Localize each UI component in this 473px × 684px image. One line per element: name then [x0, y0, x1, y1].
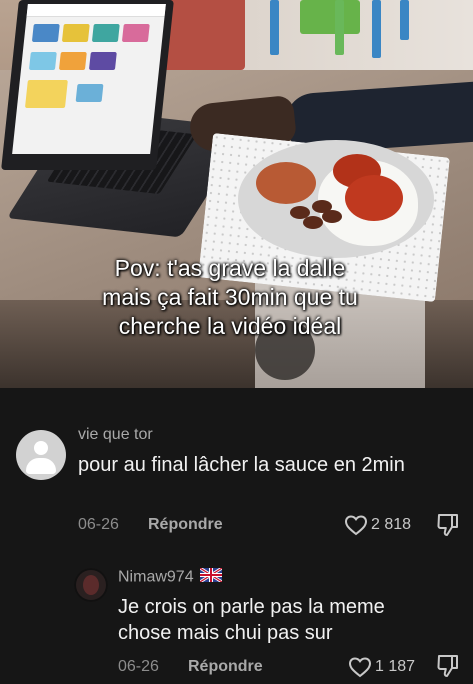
video-frame[interactable]: Pov: t'as grave la dalle mais ça fait 30…: [0, 0, 473, 388]
thumbs-down-icon[interactable]: [436, 653, 460, 684]
video-caption: Pov: t'as grave la dalle mais ça fait 30…: [102, 255, 358, 339]
video-thumbnail: [75, 84, 104, 102]
comment-text: pour au final lâcher la sauce en 2min: [78, 454, 405, 476]
heart-icon: [348, 657, 372, 678]
video-thumbnail: [88, 52, 117, 70]
heart-icon: [344, 515, 368, 536]
comments-panel: vie que tor pour au final lâcher la sauc…: [0, 388, 473, 680]
chair-leg: [400, 0, 409, 40]
chair-seat: [300, 0, 360, 34]
avatar-face: [83, 575, 99, 595]
video-thumbnail: [91, 24, 120, 42]
reply-button[interactable]: Répondre: [148, 516, 223, 534]
reply-button[interactable]: Répondre: [188, 658, 263, 676]
sausage-slice: [303, 216, 323, 229]
like-button[interactable]: 1 187: [348, 656, 415, 678]
video-thumbnail: [61, 24, 90, 42]
website-header: [26, 4, 166, 17]
sausage-slice: [322, 210, 342, 223]
comment-date: 06-26: [118, 658, 159, 675]
comment-username[interactable]: Nimaw974: [118, 566, 223, 587]
comment-username-text: Nimaw974: [118, 568, 194, 586]
video-thumbnail: [28, 52, 57, 70]
comment-username[interactable]: vie que tor: [78, 426, 153, 444]
user-avatar-icon[interactable]: [74, 568, 108, 602]
avatar-head: [34, 441, 48, 455]
chair-leg: [372, 0, 381, 58]
chair-leg: [335, 0, 344, 55]
video-thumbnail: [24, 80, 68, 108]
meat: [256, 162, 316, 204]
chair-leg: [270, 0, 279, 55]
like-button[interactable]: 2 818: [344, 514, 411, 536]
sauce: [345, 175, 403, 221]
default-avatar-icon[interactable]: [16, 430, 66, 480]
video-thumbnail: [121, 24, 150, 42]
uk-flag-icon: [199, 566, 223, 587]
like-count: 1 187: [375, 658, 416, 675]
laptop-screen: [12, 4, 166, 154]
video-thumbnail: [31, 24, 60, 42]
video-thumbnail: [58, 52, 87, 70]
comment-text: Je crois on parle pas la meme chose mais…: [118, 596, 385, 644]
thumbs-down-icon[interactable]: [436, 512, 460, 543]
like-count: 2 818: [371, 516, 412, 533]
comment-date: 06-26: [78, 516, 119, 533]
avatar-body: [26, 458, 56, 474]
